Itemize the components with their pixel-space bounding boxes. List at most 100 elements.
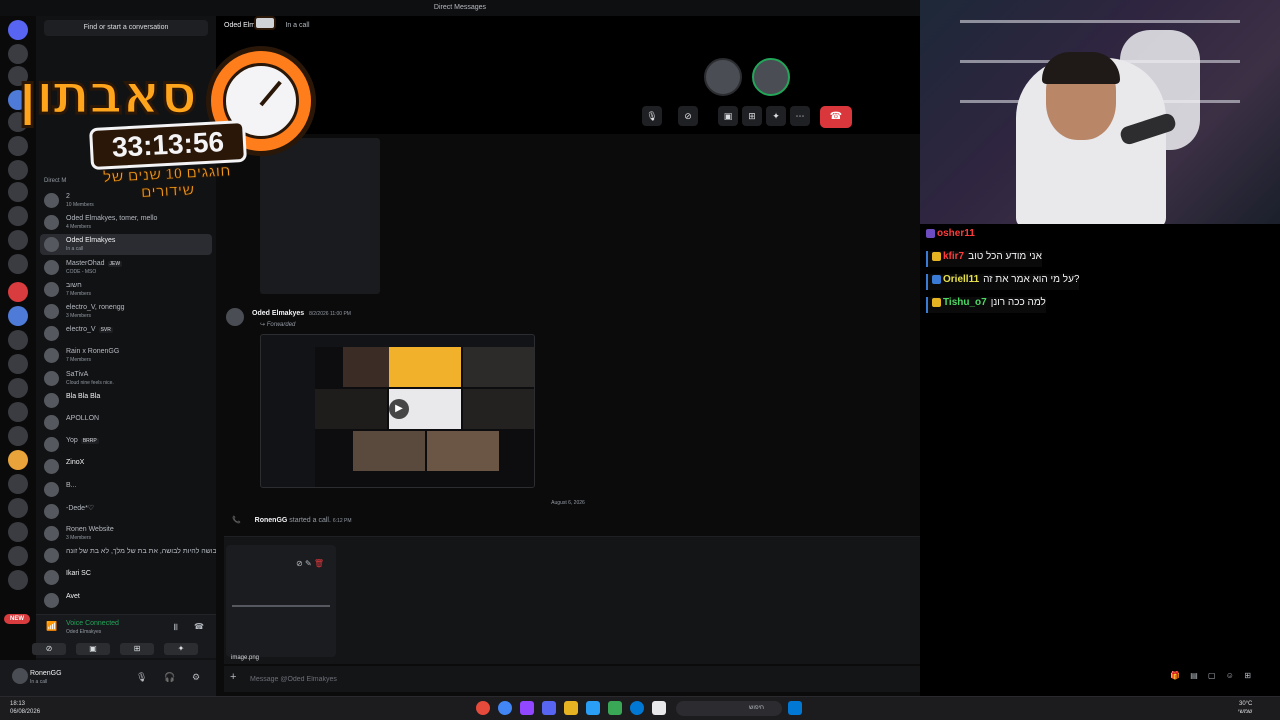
screen-share-button[interactable]: ▣	[76, 643, 110, 655]
dm-item[interactable]: electro_V SVR	[40, 323, 212, 344]
voice-channel-name[interactable]: Oded Elmakyes	[66, 629, 101, 635]
dm-item[interactable]: APOLLON	[40, 412, 212, 433]
message-author-name[interactable]: Oded Elmakyes	[252, 310, 304, 317]
taskbar-clock[interactable]: 18:13 06/08/2026	[10, 700, 40, 716]
camera-off-button[interactable]: ⊘	[32, 643, 66, 655]
gif-icon[interactable]: ▤	[1190, 671, 1198, 680]
settings-gear-icon[interactable]: ⚙	[192, 672, 200, 683]
server-icon[interactable]	[8, 206, 28, 226]
user-name[interactable]: RonenGG	[30, 670, 62, 677]
dm-item[interactable]: electro_V, ronengg 3 Members	[40, 301, 212, 322]
dm-item[interactable]: Avet	[40, 590, 212, 611]
server-icon[interactable]	[8, 230, 28, 250]
emoji-icon[interactable]: ☺	[1226, 671, 1234, 680]
dm-item-name-text: Ikari SC	[66, 570, 91, 578]
voice-connected-label[interactable]: Voice Connected	[66, 620, 119, 627]
new-badge[interactable]: NEW	[4, 614, 30, 624]
play-button[interactable]: ▶	[389, 399, 409, 419]
dm-item-subtitle: 4 Members	[66, 224, 92, 231]
dm-item-name-text: לא בושה להיות לבושה, את בת של מלך, לא בת…	[66, 548, 227, 556]
user-avatar[interactable]	[12, 668, 28, 684]
add-attachment-icon[interactable]: +	[230, 671, 236, 683]
dm-item[interactable]: Ikari SC	[40, 567, 212, 588]
server-icon[interactable]	[8, 354, 28, 374]
app-icon[interactable]	[476, 701, 490, 715]
dm-item-name: SaTivA	[66, 371, 88, 378]
server-icon[interactable]	[8, 546, 28, 566]
streamer-webcam	[920, 0, 1280, 224]
app-icon[interactable]	[586, 701, 600, 715]
soundboard-button[interactable]: ✦	[164, 643, 198, 655]
headphones-icon[interactable]: 🎧	[164, 672, 175, 683]
gift-icon[interactable]: 🎁	[1170, 671, 1180, 680]
taskbar-weather[interactable]: 30°C שמשי	[1238, 700, 1252, 716]
dm-item-name: APOLLON	[66, 415, 99, 422]
soundboard-button[interactable]: ✦	[766, 106, 786, 126]
server-icon[interactable]	[8, 450, 28, 470]
dm-item-tag: JEW	[107, 260, 123, 267]
call-participant-avatar[interactable]	[752, 58, 790, 96]
dm-item[interactable]: Bla Bla Bla	[40, 390, 212, 411]
dm-item[interactable]: חשוב 7 Members	[40, 279, 212, 300]
hang-up-button[interactable]: ☎	[820, 106, 852, 128]
camera-button[interactable]: ⊘	[678, 106, 698, 126]
forwarded-video-attachment[interactable]: ▶	[260, 334, 535, 488]
discord-icon[interactable]	[542, 701, 556, 715]
server-icon[interactable]	[8, 330, 28, 350]
user-status: In a call	[30, 679, 48, 685]
app-icon[interactable]	[652, 701, 666, 715]
apps-icon[interactable]: ⊞	[1244, 671, 1251, 680]
microphone-icon[interactable]: 🎙	[136, 672, 147, 683]
server-icon[interactable]	[8, 306, 28, 326]
taskbar-search[interactable]: חיפוש	[676, 701, 782, 716]
dm-item[interactable]: Ronen Website 3 Members	[40, 523, 212, 544]
more-options-button[interactable]: ⋯	[790, 106, 810, 126]
attachment-card[interactable]: ⊘ ✎ 🗑 image.png	[226, 545, 336, 661]
dm-item[interactable]: -Dede*♡	[40, 501, 212, 522]
windows-start-icon[interactable]	[788, 701, 802, 715]
dm-item[interactable]: B...	[40, 479, 212, 500]
window-title: Direct Messages	[433, 4, 487, 11]
edit-icon[interactable]: ✎	[305, 559, 312, 568]
folder-icon[interactable]	[564, 701, 578, 715]
message-author-avatar[interactable]	[226, 308, 244, 326]
message-input[interactable]	[250, 672, 750, 686]
server-icon[interactable]	[8, 282, 28, 302]
chrome-icon[interactable]	[498, 701, 512, 715]
dm-item-name-text: B...	[66, 481, 77, 489]
server-icon[interactable]	[8, 570, 28, 590]
server-icon[interactable]	[8, 402, 28, 422]
screen-share-button[interactable]: ▣	[718, 106, 738, 126]
camera-off-icon: ⊘	[45, 644, 53, 653]
sticker-icon[interactable]: ▢	[1208, 671, 1216, 680]
mute-button[interactable]: 🎙	[642, 106, 662, 126]
server-icon[interactable]	[8, 254, 28, 274]
call-participant-avatar[interactable]	[704, 58, 742, 96]
app-icon[interactable]	[520, 701, 534, 715]
activities-button[interactable]: ⊞	[742, 106, 762, 126]
server-icon[interactable]	[8, 498, 28, 518]
activities-button[interactable]: ⊞	[120, 643, 154, 655]
noise-suppression-icon[interactable]: 𝄃𝄃	[174, 623, 178, 633]
dm-item[interactable]: ZinoX	[40, 456, 212, 477]
dm-item[interactable]: Oded Elmakyes, tomer, mello 4 Members	[40, 212, 212, 233]
dm-item[interactable]: Yop BRRP	[40, 434, 212, 455]
server-icon[interactable]	[8, 474, 28, 494]
app-icon[interactable]	[608, 701, 622, 715]
dm-item[interactable]: MasterOhad JEW CODE - MSO	[40, 257, 212, 278]
call-starter-name[interactable]: RonenGG	[255, 517, 288, 524]
server-icon[interactable]	[8, 426, 28, 446]
dm-item-name-text: Avet	[66, 592, 80, 600]
delete-icon[interactable]: 🗑	[314, 559, 324, 568]
dm-item-name-text: ZinoX	[66, 459, 85, 467]
dm-item[interactable]: לא בושה להיות לבושה, את בת של מלך, לא בת…	[40, 545, 227, 566]
dm-item[interactable]: Rain x RonenGG 7 Members	[40, 345, 212, 366]
server-icon[interactable]	[8, 378, 28, 398]
dm-item[interactable]: Oded Elmakyes In a call	[40, 234, 212, 256]
edge-icon[interactable]	[630, 701, 644, 715]
dm-item[interactable]: SaTivA Cloud nine feels nice.	[40, 368, 212, 389]
server-icon[interactable]	[8, 522, 28, 542]
spoiler-icon[interactable]: ⊘	[296, 559, 303, 568]
dm-item-subtitle: 7 Members	[66, 357, 92, 364]
disconnect-icon[interactable]: ☎	[194, 622, 204, 631]
